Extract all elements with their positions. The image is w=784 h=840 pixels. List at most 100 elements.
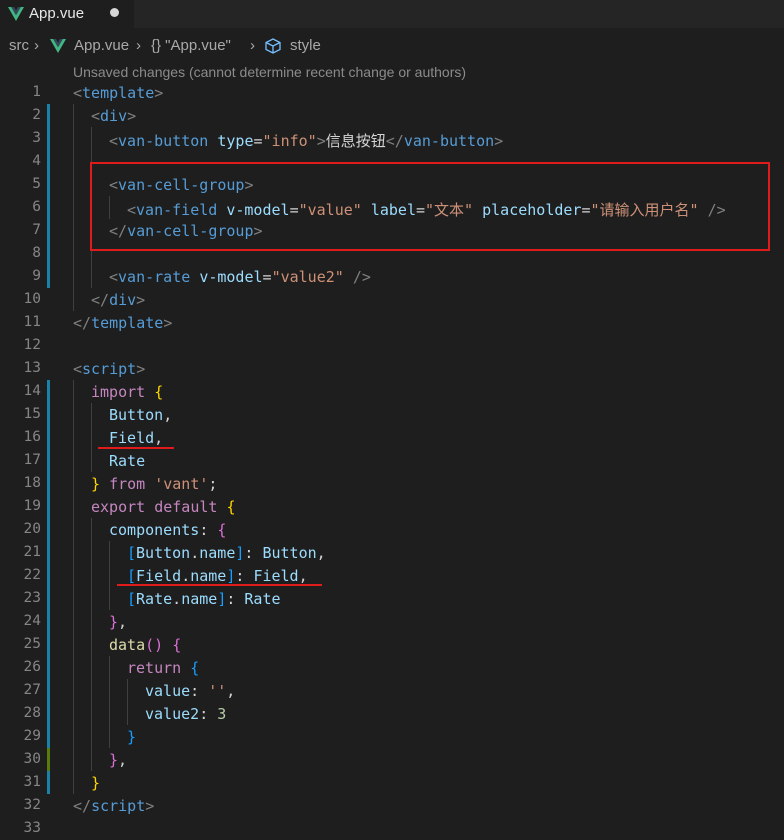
line-number: 3 (32, 130, 41, 146)
code-line: 3 <van-button type="info">信息按钮</van-butt… (0, 127, 784, 150)
chevron-right-icon: › (34, 37, 39, 54)
line-number: 32 (23, 797, 41, 813)
code-line: 11 </template> (0, 311, 784, 334)
line-number: 27 (23, 682, 41, 698)
gutter-modified[interactable] (47, 242, 50, 265)
gutter-modified[interactable] (47, 265, 50, 288)
button-type-value: "info" (262, 132, 317, 150)
gutter-modified[interactable] (47, 127, 50, 150)
gutter-modified[interactable] (47, 403, 50, 426)
line-number: 5 (32, 176, 41, 192)
code-line: 27 value: '', (0, 679, 784, 702)
gutter-modified[interactable] (47, 541, 50, 564)
gutter-modified[interactable] (47, 564, 50, 587)
line-number: 12 (23, 337, 41, 353)
line-number: 14 (23, 383, 41, 399)
line-number: 9 (32, 268, 41, 284)
line-number: 26 (23, 659, 41, 675)
gutter-modified[interactable] (47, 150, 50, 173)
line-number: 13 (23, 360, 41, 376)
underline-field-component (117, 584, 322, 586)
breadcrumb-file[interactable]: App.vue (74, 37, 129, 54)
line-number: 20 (23, 521, 41, 537)
line-number: 16 (23, 429, 41, 445)
cube-icon (265, 38, 281, 54)
line-number: 2 (32, 107, 41, 123)
gutter-modified[interactable] (47, 173, 50, 196)
line-number: 17 (23, 452, 41, 468)
line-number: 1 (32, 84, 41, 100)
line-number: 29 (23, 728, 41, 744)
code-line: 18 } from 'vant'; (0, 472, 784, 495)
code-line: 33 (0, 817, 784, 840)
line-number: 8 (32, 245, 41, 261)
breadcrumb-style[interactable]: style (290, 37, 321, 54)
code-line: 2 <div> (0, 104, 784, 127)
chevron-right-icon: › (136, 37, 141, 54)
gutter-modified[interactable] (47, 426, 50, 449)
code-line: 21 [Button.name]: Button, (0, 541, 784, 564)
code-line: 31 } (0, 771, 784, 794)
line-number: 19 (23, 498, 41, 514)
line-number: 23 (23, 590, 41, 606)
line-number: 18 (23, 475, 41, 491)
code-line: 25 data() { (0, 633, 784, 656)
code-line: 1 <template> (0, 81, 784, 104)
code-line: 23 [Rate.name]: Rate (0, 587, 784, 610)
gutter-modified[interactable] (47, 771, 50, 794)
gutter-modified[interactable] (47, 610, 50, 633)
underline-field-import (98, 447, 174, 449)
code-line: 28 value2: 3 (0, 702, 784, 725)
line-number: 31 (23, 774, 41, 790)
gutter-modified[interactable] (47, 587, 50, 610)
code-line: 14 import { (0, 380, 784, 403)
code-line: 15 Button, (0, 403, 784, 426)
line-number: 28 (23, 705, 41, 721)
code-line: 13 <script> (0, 357, 784, 380)
gutter-modified[interactable] (47, 633, 50, 656)
line-number: 22 (23, 567, 41, 583)
line-number: 25 (23, 636, 41, 652)
code-line: 30 }, (0, 748, 784, 771)
gutter-modified[interactable] (47, 472, 50, 495)
tab-bar: App.vue (0, 0, 784, 28)
breadcrumb-src[interactable]: src (9, 37, 29, 54)
line-number: 30 (23, 751, 41, 767)
line-number: 4 (32, 153, 41, 169)
gutter-modified[interactable] (47, 679, 50, 702)
code-line: 16 Field, (0, 426, 784, 449)
vue-icon (8, 7, 24, 21)
gutter-modified[interactable] (47, 702, 50, 725)
gutter-modified[interactable] (47, 380, 50, 403)
value-literal: '' (208, 682, 227, 700)
vue-icon (50, 39, 66, 53)
gutter-modified[interactable] (47, 219, 50, 242)
button-text: 信息按钮 (325, 132, 386, 150)
highlight-box-cell-group (90, 162, 770, 251)
chevron-right-icon: › (250, 37, 255, 54)
rate-vmodel-value: "value2" (271, 268, 344, 286)
line-number: 6 (32, 199, 41, 215)
tab-app-vue[interactable]: App.vue (0, 0, 134, 28)
blame-hint: Unsaved changes (cannot determine recent… (73, 64, 467, 80)
code-line: 19 export default { (0, 495, 784, 518)
code-line: 12 (0, 334, 784, 357)
gutter-modified[interactable] (47, 518, 50, 541)
gutter-modified[interactable] (47, 196, 50, 219)
code-line: 17 Rate (0, 449, 784, 472)
line-number: 24 (23, 613, 41, 629)
gutter-modified[interactable] (47, 449, 50, 472)
unsaved-dot-icon[interactable] (110, 8, 119, 17)
tab-title: App.vue (29, 5, 85, 22)
code-line: 10 </div> (0, 288, 784, 311)
gutter-modified[interactable] (47, 495, 50, 518)
breadcrumb-module[interactable]: {} "App.vue" (151, 37, 231, 54)
gutter-modified[interactable] (47, 725, 50, 748)
line-number: 7 (32, 222, 41, 238)
code-line: 29 } (0, 725, 784, 748)
gutter-modified[interactable] (47, 104, 50, 127)
line-number: 33 (23, 820, 41, 836)
code-line: 26 return { (0, 656, 784, 679)
gutter-added[interactable] (47, 748, 50, 771)
gutter-modified[interactable] (47, 656, 50, 679)
